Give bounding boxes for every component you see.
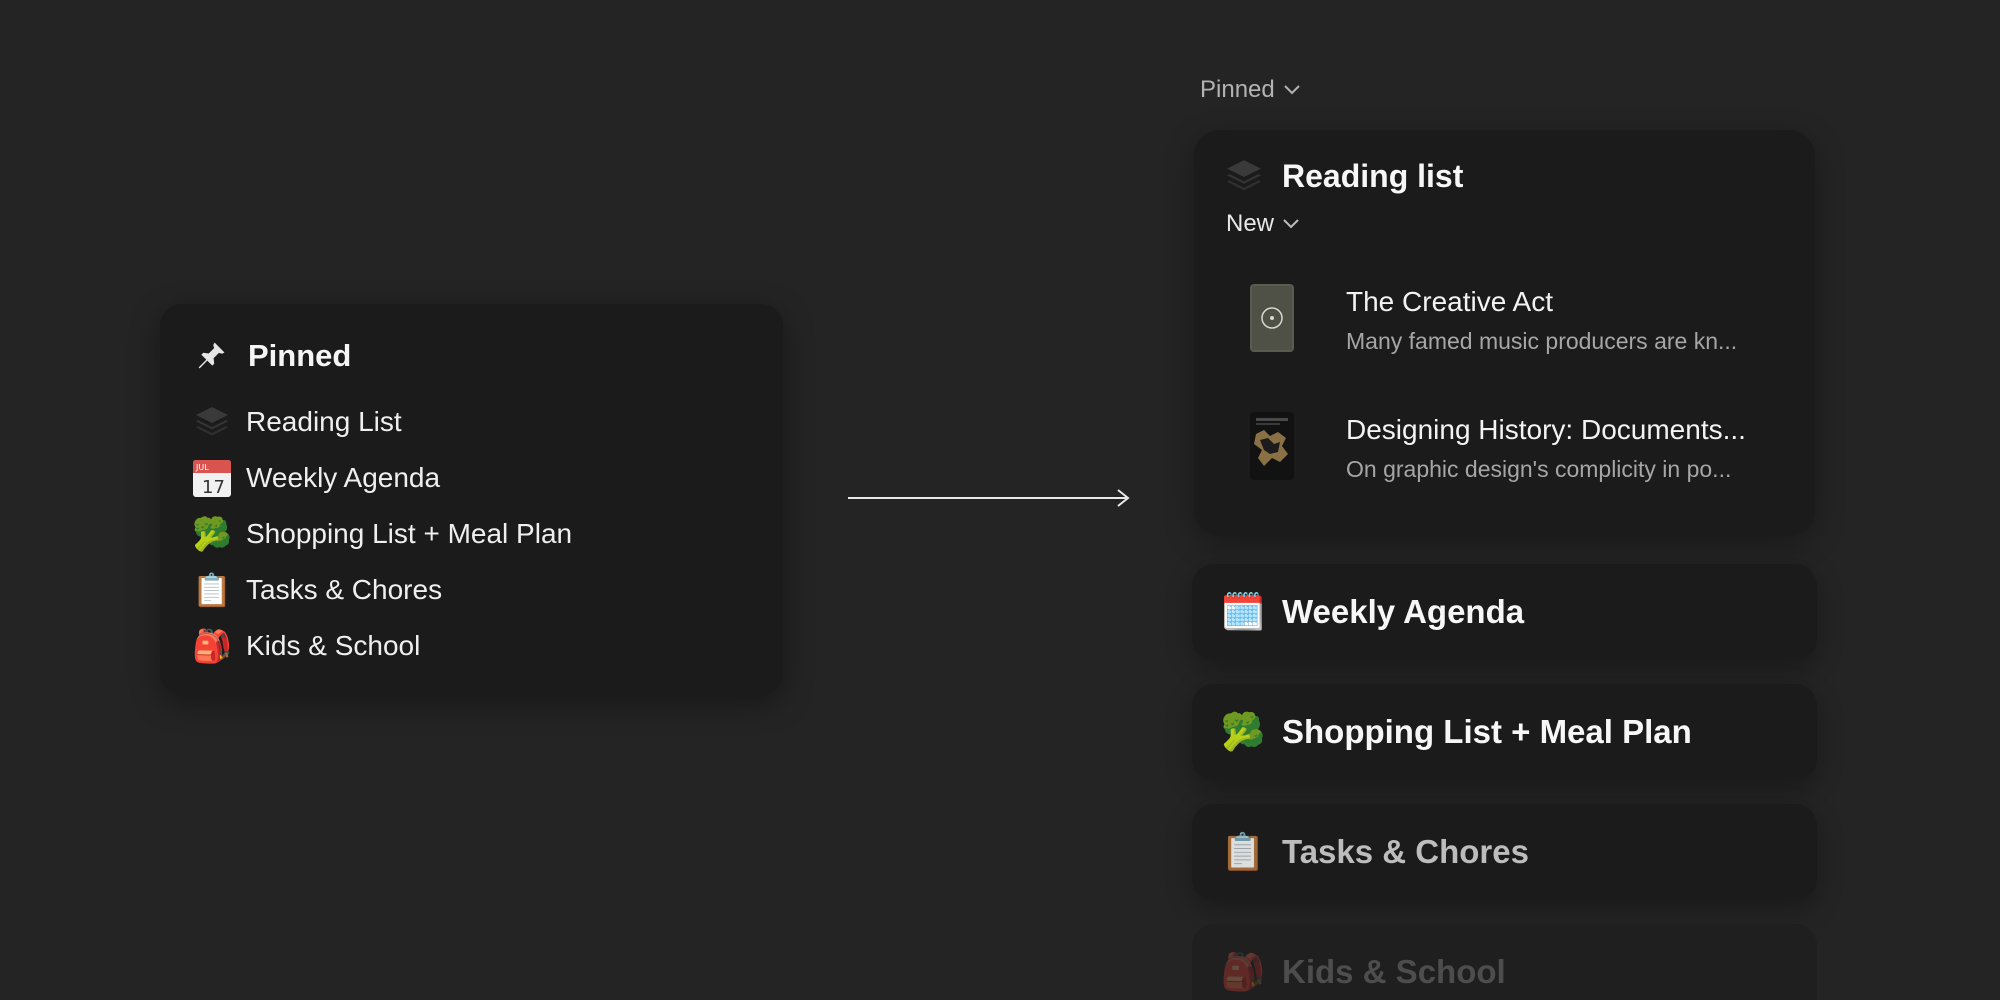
chevron-down-icon (1284, 85, 1300, 95)
card-label: Shopping List + Meal Plan (1282, 713, 1692, 750)
pinned-item-weekly-agenda[interactable]: JUL 17 Weekly Agenda (192, 450, 751, 506)
card-label: Weekly Agenda (1282, 593, 1525, 630)
card-kids-school[interactable]: 🎒 Kids & School (1192, 924, 1817, 1000)
card-label: Tasks & Chores (1282, 833, 1529, 870)
stack-icon (1224, 156, 1264, 196)
book-item[interactable]: The Creative Act Many famed music produc… (1194, 270, 1815, 380)
pinned-item-kids-school[interactable]: 🎒 Kids & School (192, 618, 751, 674)
designing-history-cover (1250, 412, 1294, 480)
card-tasks-chores[interactable]: 📋 Tasks & Chores (1192, 804, 1817, 900)
card-label: Kids & School (1282, 953, 1506, 990)
broccoli-icon: 🥦 (192, 516, 232, 552)
section-label: Pinned (1200, 76, 1275, 103)
calendar-day: 17 (202, 477, 225, 498)
stack-icon (192, 402, 232, 442)
book-description: Many famed music producers are kn... (1346, 328, 1738, 354)
pinned-title: Pinned (248, 338, 352, 373)
clipboard-icon: 📋 (192, 572, 232, 608)
backpack-icon: 🎒 (192, 628, 232, 664)
book-title: Designing History: Documents... (1346, 414, 1746, 445)
transition-arrow-icon (848, 489, 1130, 507)
spiral-calendar-icon: 🗓️ (1220, 591, 1266, 632)
chevron-down-icon (1283, 219, 1299, 229)
pinned-list: Reading List JUL 17 Weekly Agenda 🥦 Shop… (192, 394, 751, 674)
clipboard-icon: 📋 (1220, 831, 1266, 872)
pinned-item-shopping-list[interactable]: 🥦 Shopping List + Meal Plan (192, 506, 751, 562)
pinned-item-label: Weekly Agenda (246, 462, 441, 493)
book-description: On graphic design's complicity in po... (1346, 456, 1732, 482)
pinned-item-reading-list[interactable]: Reading List (192, 394, 751, 450)
book-item[interactable]: Designing History: Documents... On graph… (1194, 398, 1815, 508)
reading-list-card: Reading list New The Creative Act Many f… (1194, 130, 1815, 536)
reading-list-header[interactable]: Reading list (1224, 156, 1463, 196)
pinned-card: Pinned Reading List JUL 17 Weekly Agenda… (160, 304, 783, 695)
calendar-icon: JUL 17 (192, 458, 232, 498)
reading-list-title: Reading list (1282, 157, 1464, 194)
pinned-section-toggle[interactable]: Pinned (1200, 76, 1301, 104)
calendar-month: JUL (195, 463, 209, 472)
pinned-item-tasks-chores[interactable]: 📋 Tasks & Chores (192, 562, 751, 618)
pinned-item-label: Kids & School (246, 630, 421, 661)
filter-label: New (1226, 210, 1275, 237)
backpack-icon: 🎒 (1220, 951, 1266, 992)
creative-act-cover (1250, 284, 1294, 352)
pinned-item-label: Reading List (246, 406, 402, 437)
card-shopping-list[interactable]: 🥦 Shopping List + Meal Plan (1192, 684, 1817, 780)
card-weekly-agenda[interactable]: 🗓️ Weekly Agenda (1192, 564, 1817, 660)
pinned-item-label: Shopping List + Meal Plan (246, 518, 573, 549)
pinned-item-label: Tasks & Chores (246, 574, 443, 605)
book-title: The Creative Act (1346, 286, 1553, 317)
broccoli-icon: 🥦 (1220, 711, 1266, 752)
pinned-header: Pinned (192, 332, 751, 380)
filter-dropdown[interactable]: New (1226, 210, 1300, 238)
pin-icon (192, 337, 230, 375)
